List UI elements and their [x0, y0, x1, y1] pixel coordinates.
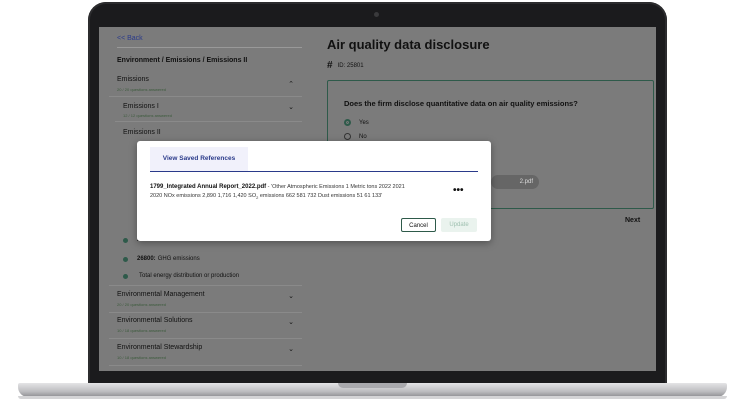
more-options-icon[interactable]: ••• [453, 185, 464, 196]
laptop-notch [338, 383, 407, 388]
camera-icon [374, 12, 379, 17]
saved-references-modal: View Saved References 1799_Integrated An… [137, 141, 491, 241]
screen: << Back Environment / Emissions / Emissi… [99, 27, 656, 371]
reference-file-name[interactable]: 1799_Integrated Annual Report_2022.pdf [150, 184, 266, 190]
laptop-base [18, 383, 727, 397]
reference-excerpt-line1: - 'Other Atmospheric Emissions 1 Metric … [266, 184, 405, 190]
cancel-button[interactable]: Cancel [401, 218, 436, 232]
laptop-frame: << Back Environment / Emissions / Emissi… [88, 2, 667, 386]
tab-view-saved-references[interactable]: View Saved References [150, 147, 248, 171]
reference-excerpt-line2: 2020 NOx emissions 2,890 1,716 1,420 SO [150, 193, 257, 199]
reference-excerpt-line3: emissions 662 581 732 Dust emissions 51 … [258, 193, 383, 199]
update-button[interactable]: Update [441, 218, 477, 232]
reference-entry: 1799_Integrated Annual Report_2022.pdf -… [150, 183, 450, 202]
tab-underline [150, 171, 478, 172]
laptop-base-edge [18, 396, 727, 399]
